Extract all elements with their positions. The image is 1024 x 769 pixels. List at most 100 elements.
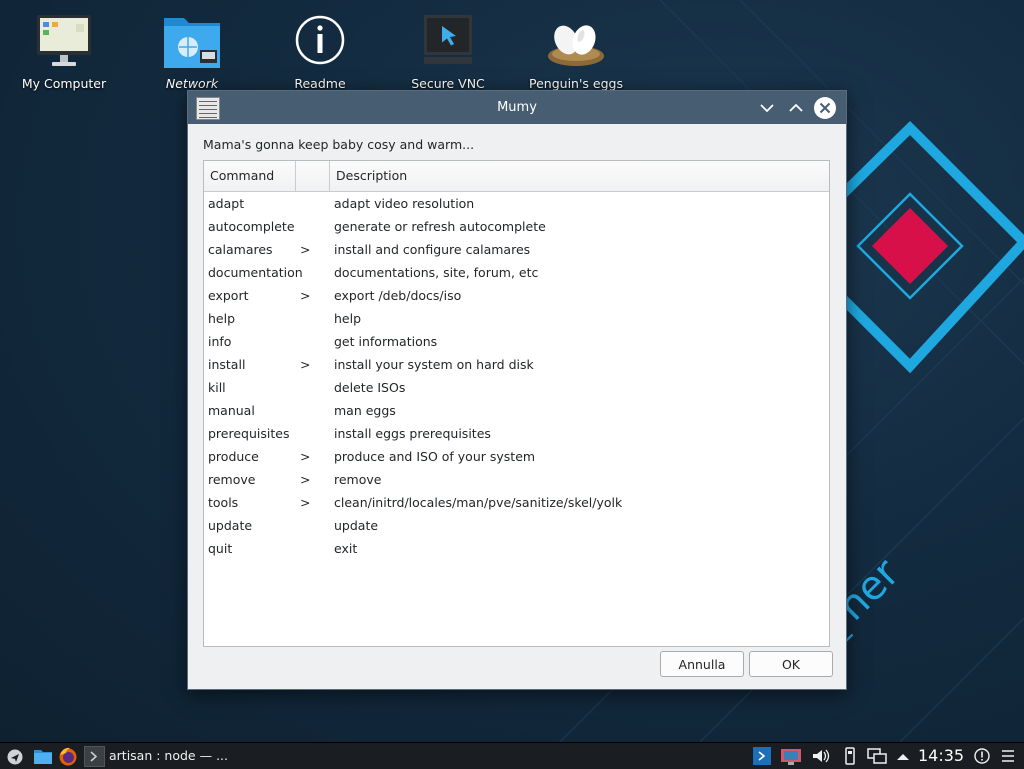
column-header-description[interactable]: Description [330,161,829,191]
tray-terminal-icon[interactable] [752,746,772,766]
chevron-down-icon [760,104,774,113]
submenu-indicator: > [300,495,311,510]
desktop-icon-secure-vnc[interactable]: Secure VNC [388,12,508,91]
list-header: Command Description [204,161,829,192]
description-cell: exit [334,541,358,556]
description-cell: remove [334,472,382,487]
description-cell: install and configure calamares [334,242,531,257]
list-row-produce[interactable]: produce > produce and ISO of your system [204,445,829,468]
dialog-title: Mumy [497,100,537,115]
tray-display-icon[interactable] [780,746,802,766]
computer-icon [32,12,96,72]
maximize-button[interactable] [784,96,808,120]
description-cell: install eggs prerequisites [334,426,491,441]
command-cell: prerequisites [208,426,290,441]
desktop-icon-label: Penguin's eggs [529,76,623,91]
column-header-command[interactable]: Command [204,161,296,191]
command-cell: help [208,311,236,326]
submenu-indicator: > [300,357,311,372]
hamburger-menu-icon[interactable] [1000,746,1016,766]
list-row-info[interactable]: info get informations [204,330,829,353]
list-row-update[interactable]: update update [204,514,829,537]
command-cell: produce [208,449,259,464]
list-row-install[interactable]: install > install your system on hard disk [204,353,829,376]
description-cell: export /deb/docs/iso [334,288,462,303]
list-row-remove[interactable]: remove > remove [204,468,829,491]
submenu-indicator: > [300,449,311,464]
desktop-icon-my-computer[interactable]: My Computer [4,12,124,91]
clock[interactable]: 14:35 [918,746,964,765]
desktop-icon-penguins-eggs[interactable]: Penguin's eggs [516,12,636,91]
desktop-icon-label: Network [165,76,219,91]
cancel-button[interactable]: Annulla [660,651,744,677]
command-cell: calamares [208,242,273,257]
desktop-icon-label: Readme [294,76,346,91]
desktop-icon-readme[interactable]: Readme [260,12,380,91]
ok-button[interactable]: OK [749,651,833,677]
info-icon [288,12,352,72]
firefox-launcher[interactable] [58,746,78,766]
description-cell: generate or refresh autocomplete [334,219,546,234]
command-cell: install [208,357,246,372]
list-row-documentation[interactable]: documentation documentations, site, forum… [204,261,829,284]
list-row-prerequisites[interactable]: prerequisites install eggs prerequisites [204,422,829,445]
command-cell: quit [208,541,233,556]
desktop-icon-network[interactable]: Network [132,12,252,91]
network-folder-icon [160,12,224,72]
taskbar: artisan : node — ... 14:35 [0,742,1024,769]
command-cell: adapt [208,196,245,211]
application-launcher-button[interactable] [6,746,24,766]
task-label: artisan : node — ... [109,748,228,763]
command-cell: info [208,334,232,349]
submenu-indicator: > [300,472,311,487]
description-cell: get informations [334,334,438,349]
command-list: Command Description adapt adapt video res… [203,160,830,647]
close-icon [819,102,831,114]
list-row-help[interactable]: help help [204,307,829,330]
desktop-icon-label: My Computer [21,76,107,91]
folder-icon [34,750,52,764]
mumy-dialog: Mumy Mama's gonna keep baby cosy and war… [187,90,847,690]
description-cell: clean/initrd/locales/man/pve/sanitize/sk… [334,495,623,510]
description-cell: documentations, site, forum, etc [334,265,539,280]
desktop-icon-label: Secure VNC [411,76,485,91]
description-cell: help [334,311,362,326]
list-row-calamares[interactable]: calamares > install and configure calamare… [204,238,829,261]
description-cell: man eggs [334,403,396,418]
tray-expand-icon[interactable] [895,746,911,766]
close-button[interactable] [813,96,837,120]
command-cell: update [208,518,253,533]
list-row-tools[interactable]: tools > clean/initrd/locales/man/pve/sanit… [204,491,829,514]
list-rows: adapt adapt video resolution autocomplete g… [204,192,829,560]
notifications-icon[interactable] [973,746,991,766]
list-row-export[interactable]: export > export /deb/docs/iso [204,284,829,307]
command-cell: documentation [208,265,303,280]
description-cell: delete ISOs [334,380,406,395]
list-row-quit[interactable]: quit exit [204,537,829,560]
chevron-up-icon [789,103,803,112]
list-row-autocomplete[interactable]: autocomplete generate or refresh autocomp… [204,215,829,238]
description-cell: adapt video resolution [334,196,475,211]
list-row-kill[interactable]: kill delete ISOs [204,376,829,399]
file-manager-launcher[interactable] [33,746,53,766]
column-header-arrow[interactable] [296,161,330,191]
network-icon[interactable] [866,746,888,766]
description-cell: update [334,518,379,533]
command-cell: remove [208,472,256,487]
volume-icon[interactable] [810,746,830,766]
submenu-indicator: > [300,288,311,303]
terminal-icon [84,746,105,767]
launcher-icon [7,749,23,765]
firefox-icon [59,747,77,766]
list-row-adapt[interactable]: adapt adapt video resolution [204,192,829,215]
minimize-button[interactable] [755,96,779,120]
command-cell: tools [208,495,239,510]
submenu-indicator: > [300,242,311,257]
list-row-manual[interactable]: manual man eggs [204,399,829,422]
task-artisan[interactable]: artisan : node — ... [80,743,230,769]
command-cell: kill [208,380,226,395]
dialog-titlebar[interactable]: Mumy [188,91,846,124]
usb-storage-icon[interactable] [842,746,858,766]
command-cell: autocomplete [208,219,295,234]
description-cell: produce and ISO of your system [334,449,536,464]
